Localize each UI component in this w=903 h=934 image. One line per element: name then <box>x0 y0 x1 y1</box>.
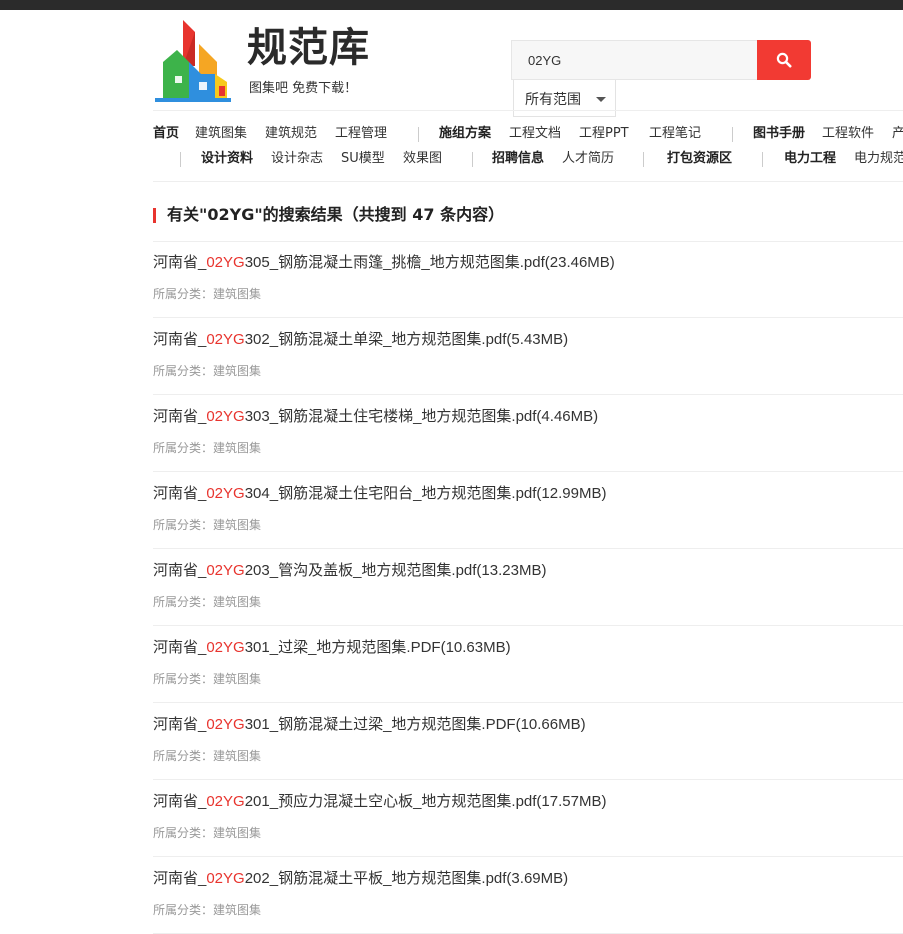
nav-link-engineering-notes[interactable]: 工程笔记 <box>649 123 701 145</box>
result-title-link[interactable]: 河南省_02YG304_钢筋混凝土住宅阳台_地方规范图集.pdf(12.99MB… <box>153 483 606 505</box>
search-icon <box>776 52 792 68</box>
result-title-link[interactable]: 河南省_02YG202_钢筋混凝土平板_地方规范图集.pdf(3.69MB) <box>153 868 568 890</box>
search-scope-select[interactable]: 所有范围 <box>513 80 616 117</box>
result-title-link[interactable]: 河南省_02YG301_过梁_地方规范图集.PDF(10.63MB) <box>153 637 511 659</box>
nav-link-construction-plans[interactable]: 施组方案 <box>439 123 491 145</box>
nav-link-bundle-resources[interactable]: 打包资源区 <box>667 148 732 170</box>
result-category: 所属分类：建筑图集 <box>153 595 262 609</box>
search-box <box>511 40 757 80</box>
nav-link-design-materials[interactable]: 设计资料 <box>201 148 253 170</box>
search-scope-label: 所有范围 <box>525 92 581 108</box>
result-item: 河南省_02YG201_预应力混凝土空心板_地方规范图集.pdf(17.57MB… <box>153 780 903 857</box>
result-category: 所属分类：建筑图集 <box>153 518 262 532</box>
result-item: 河南省_02YG301_钢筋混凝土过梁_地方规范图集.PDF(10.66MB) … <box>153 703 903 780</box>
nav-separator <box>762 152 763 167</box>
result-category-link[interactable]: 建筑图集 <box>213 749 261 763</box>
keyword-highlight: 02YG <box>206 716 245 733</box>
result-title-link[interactable]: 河南省_02YG203_管沟及盖板_地方规范图集.pdf(13.23MB) <box>153 560 546 582</box>
keyword-highlight: 02YG <box>206 870 245 887</box>
keyword-highlight: 02YG <box>206 639 245 656</box>
nav-divider <box>153 181 903 182</box>
logo-slogan: 图集吧 免费下载！ <box>249 81 358 96</box>
results-list: 河南省_02YG305_钢筋混凝土雨篷_挑檐_地方规范图集.pdf(23.46M… <box>153 241 903 934</box>
result-item: 河南省_02YG302_钢筋混凝土单梁_地方规范图集.pdf(5.43MB) 所… <box>153 318 903 395</box>
keyword-highlight: 02YG <box>206 485 245 502</box>
nav-link-project-management[interactable]: 工程管理 <box>335 123 387 145</box>
result-category-link[interactable]: 建筑图集 <box>213 287 261 301</box>
keyword-highlight: 02YG <box>206 562 245 579</box>
result-item: 河南省_02YG303_钢筋混凝土住宅楼梯_地方规范图集.pdf(4.46MB)… <box>153 395 903 472</box>
result-category-link[interactable]: 建筑图集 <box>213 364 261 378</box>
nav-link-engineering-software[interactable]: 工程软件 <box>822 123 874 145</box>
caret-down-icon <box>596 97 606 102</box>
result-title-link[interactable]: 河南省_02YG301_钢筋混凝土过梁_地方规范图集.PDF(10.66MB) <box>153 714 586 736</box>
nav-link-power-codes[interactable]: 电力规范 <box>854 148 903 170</box>
result-category: 所属分类：建筑图集 <box>153 672 262 686</box>
nav-link-books-manuals[interactable]: 图书手册 <box>753 123 805 145</box>
search-input[interactable] <box>512 41 757 79</box>
heading-accent-bar <box>153 208 156 223</box>
result-category-link[interactable]: 建筑图集 <box>213 518 261 532</box>
result-category: 所属分类：建筑图集 <box>153 903 262 917</box>
result-category: 所属分类：建筑图集 <box>153 364 262 378</box>
nav-link-su-models[interactable]: SU模型 <box>341 148 385 170</box>
nav-link-building-codes[interactable]: 建筑规范 <box>265 123 317 145</box>
logo-houses-icon <box>155 20 231 102</box>
nav-link-products[interactable]: 产 <box>892 123 903 145</box>
logo-title: 规范库 <box>247 25 370 71</box>
keyword-highlight: 02YG <box>206 254 245 271</box>
nav-link-resumes[interactable]: 人才简历 <box>562 148 614 170</box>
result-category: 所属分类：建筑图集 <box>153 441 262 455</box>
nav-separator <box>180 152 181 167</box>
result-category-link[interactable]: 建筑图集 <box>213 595 261 609</box>
nav-separator <box>418 127 419 142</box>
result-title-link[interactable]: 河南省_02YG201_预应力混凝土空心板_地方规范图集.pdf(17.57MB… <box>153 791 606 813</box>
result-title-link[interactable]: 河南省_02YG302_钢筋混凝土单梁_地方规范图集.pdf(5.43MB) <box>153 329 568 351</box>
nav-link-power-engineering[interactable]: 电力工程 <box>784 148 836 170</box>
result-item: 河南省_02YG301_过梁_地方规范图集.PDF(10.63MB) 所属分类：… <box>153 626 903 703</box>
search-button[interactable] <box>757 40 811 80</box>
keyword-highlight: 02YG <box>206 331 245 348</box>
top-bar <box>0 0 903 10</box>
keyword-highlight: 02YG <box>206 793 245 810</box>
result-item: 河南省_02YG304_钢筋混凝土住宅阳台_地方规范图集.pdf(12.99MB… <box>153 472 903 549</box>
result-item: 河南省_02YG305_钢筋混凝土雨篷_挑檐_地方规范图集.pdf(23.46M… <box>153 241 903 318</box>
result-title-link[interactable]: 河南省_02YG303_钢筋混凝土住宅楼梯_地方规范图集.pdf(4.46MB) <box>153 406 598 428</box>
nav-separator <box>472 152 473 167</box>
nav-link-jobs[interactable]: 招聘信息 <box>492 148 544 170</box>
result-category: 所属分类：建筑图集 <box>153 287 262 301</box>
result-category-link[interactable]: 建筑图集 <box>213 826 261 840</box>
nav-link-engineering-docs[interactable]: 工程文档 <box>509 123 561 145</box>
nav-link-home[interactable]: 首页 <box>153 123 179 145</box>
result-category: 所属分类：建筑图集 <box>153 749 262 763</box>
keyword-highlight: 02YG <box>206 408 245 425</box>
nav-separator <box>732 127 733 142</box>
result-item: 河南省_02YG203_管沟及盖板_地方规范图集.pdf(13.23MB) 所属… <box>153 549 903 626</box>
result-category-link[interactable]: 建筑图集 <box>213 441 261 455</box>
nav-link-renderings[interactable]: 效果图 <box>403 148 442 170</box>
result-category: 所属分类：建筑图集 <box>153 826 262 840</box>
result-title-link[interactable]: 河南省_02YG305_钢筋混凝土雨篷_挑檐_地方规范图集.pdf(23.46M… <box>153 252 615 274</box>
nav-separator <box>643 152 644 167</box>
nav-link-engineering-ppt[interactable]: 工程PPT <box>579 123 629 145</box>
site-logo[interactable]: 规范库 图集吧 免费下载！ <box>155 20 380 102</box>
result-item: 河南省_02YG202_钢筋混凝土平板_地方规范图集.pdf(3.69MB) 所… <box>153 857 903 934</box>
nav-link-design-magazines[interactable]: 设计杂志 <box>271 148 323 170</box>
results-heading-text: 有关"02YG"的搜索结果（共搜到 47 条内容） <box>167 205 505 224</box>
result-category-link[interactable]: 建筑图集 <box>213 672 261 686</box>
result-category-link[interactable]: 建筑图集 <box>213 903 261 917</box>
header-divider <box>153 110 903 111</box>
nav-link-building-atlas[interactable]: 建筑图集 <box>195 123 247 145</box>
